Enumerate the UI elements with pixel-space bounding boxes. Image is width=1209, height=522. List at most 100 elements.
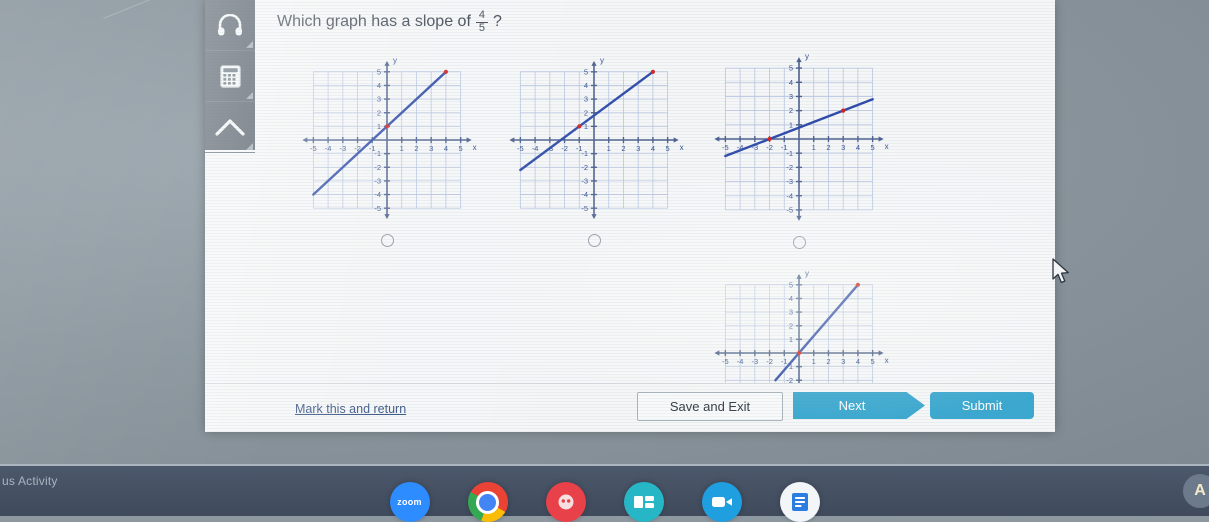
question-suffix: ?: [493, 13, 502, 31]
svg-text:-5: -5: [310, 144, 317, 153]
svg-text:1: 1: [377, 122, 381, 131]
choice-d[interactable]: -5-4-3-2-11234554321-1-2-3-4-5xy: [705, 265, 893, 383]
red-app-icon[interactable]: [545, 482, 586, 522]
headphones-tool-button[interactable]: [205, 0, 255, 51]
graph-a: -5 -4 -3 -2 -1 1 2 3 4 554321-1-2-3-4-5xy: [302, 56, 477, 220]
svg-text:-3: -3: [581, 177, 588, 186]
mark-this-and-return-link[interactable]: Mark this and return: [295, 402, 406, 416]
zoom-app-icon[interactable]: zoom: [389, 482, 430, 522]
svg-text:3: 3: [789, 92, 793, 101]
assessment-window: Which graph has a slope of 4 5 ? -5 -4 -3-…: [205, 0, 1055, 432]
svg-text:2: 2: [789, 321, 793, 330]
svg-text:2: 2: [414, 144, 418, 153]
svg-text:y: y: [600, 56, 604, 65]
svg-text:3: 3: [636, 144, 640, 153]
svg-text:-3: -3: [786, 177, 793, 186]
fraction-denominator: 5: [475, 21, 489, 35]
choice-b[interactable]: -5-4-3-2-11234554321-1-2-3-4-5xy: [500, 52, 688, 247]
svg-text:3: 3: [429, 144, 433, 153]
svg-text:2: 2: [621, 144, 625, 153]
slope-fraction: 4 5: [475, 9, 489, 35]
choice-c-radio-wrap[interactable]: [705, 236, 893, 249]
svg-text:4: 4: [789, 78, 793, 87]
mask-icon: [558, 494, 573, 510]
svg-text:-3: -3: [339, 144, 346, 153]
svg-text:-4: -4: [737, 357, 744, 366]
svg-text:3: 3: [377, 95, 381, 104]
svg-text:x: x: [885, 142, 889, 151]
fraction-numerator: 4: [478, 9, 486, 21]
svg-text:4: 4: [651, 144, 655, 153]
svg-text:3: 3: [789, 308, 793, 317]
svg-text:-1: -1: [581, 149, 588, 158]
activity-label: us Activity: [2, 474, 58, 488]
choice-b-radio-wrap[interactable]: [500, 234, 688, 247]
next-button[interactable]: Next: [793, 392, 925, 419]
svg-text:5: 5: [377, 67, 381, 76]
question-prefix: Which graph has a slope of: [277, 13, 471, 31]
document-app-icon[interactable]: [779, 482, 820, 522]
svg-text:-2: -2: [581, 163, 588, 172]
svg-text:-4: -4: [786, 191, 793, 200]
svg-text:1: 1: [812, 357, 816, 366]
svg-text:x: x: [885, 356, 889, 365]
choice-b-radio[interactable]: [587, 234, 601, 247]
svg-text:1: 1: [789, 335, 793, 344]
choice-a-radio[interactable]: [380, 234, 394, 247]
save-and-exit-button[interactable]: Save and Exit: [637, 392, 783, 421]
svg-text:-4: -4: [581, 190, 588, 199]
svg-text:-3: -3: [751, 357, 758, 366]
svg-text:-2: -2: [786, 376, 793, 383]
video-app-icon[interactable]: [701, 482, 742, 522]
svg-text:-1: -1: [374, 149, 381, 158]
svg-text:-2: -2: [374, 163, 381, 172]
svg-text:x: x: [680, 143, 684, 152]
submit-button[interactable]: Submit: [930, 392, 1034, 419]
choice-c-radio[interactable]: [792, 236, 806, 249]
tool-rail: [205, 0, 255, 153]
doc-lines-icon: [791, 493, 808, 511]
svg-text:1: 1: [607, 144, 611, 153]
svg-text:2: 2: [789, 106, 793, 115]
up-arrow-icon: [215, 119, 245, 136]
svg-text:2: 2: [826, 357, 830, 366]
svg-text:5: 5: [666, 144, 670, 153]
svg-text:y: y: [805, 52, 809, 61]
svg-text:5: 5: [584, 67, 588, 76]
taskbar: us Activity zoom A: [0, 464, 1209, 522]
svg-text:y: y: [805, 269, 809, 278]
svg-text:4: 4: [377, 81, 381, 90]
question-text: Which graph has a slope of 4 5 ?: [277, 9, 502, 35]
choice-a-radio-wrap[interactable]: [293, 234, 481, 247]
choice-c[interactable]: -5 -4 -3 -2 -1 1 2 3 4 5 5 4 3 2 1 -1 -2 -3 -4 -5 x y: [705, 48, 893, 249]
svg-text:-4: -4: [532, 144, 539, 153]
svg-text:5: 5: [789, 64, 793, 73]
svg-text:5: 5: [459, 144, 463, 153]
choice-a[interactable]: -5 -4 -3 -2 -1 1 2 3 4 5 5 4 3 2 1 -1 -2 -3 -4 -5 x y: [293, 52, 481, 247]
calculator-icon: [219, 64, 241, 88]
svg-text:-1: -1: [786, 149, 793, 158]
svg-text:1: 1: [789, 120, 793, 129]
svg-text:2: 2: [584, 108, 588, 117]
svg-text:1: 1: [400, 144, 404, 153]
svg-text:-5: -5: [722, 357, 729, 366]
svg-text:-5: -5: [517, 144, 524, 153]
footer-bar: Mark this and return Save and Exit Next …: [205, 383, 1055, 432]
mouse-cursor: [1052, 258, 1069, 284]
graph-d: -5-4-3-2-11234554321-1-2-3-4-5xy: [714, 269, 889, 383]
svg-text:5: 5: [871, 143, 875, 152]
scroll-up-tool-button[interactable]: [205, 102, 255, 153]
chrome-app-icon[interactable]: [467, 482, 508, 522]
taskbar-app-list: zoom: [389, 482, 820, 522]
svg-text:5: 5: [789, 280, 793, 289]
avatar[interactable]: A: [1183, 474, 1209, 508]
calculator-tool-button[interactable]: [205, 51, 255, 102]
graph-b: -5-4-3-2-11234554321-1-2-3-4-5xy: [509, 56, 684, 220]
teal-app-icon[interactable]: [623, 482, 664, 522]
svg-text:-5: -5: [581, 204, 588, 213]
svg-text:3: 3: [841, 143, 845, 152]
svg-text:5: 5: [871, 357, 875, 366]
screen-scratch: [103, 0, 177, 40]
camera-icon: [711, 497, 732, 507]
slides-icon: [633, 496, 654, 508]
